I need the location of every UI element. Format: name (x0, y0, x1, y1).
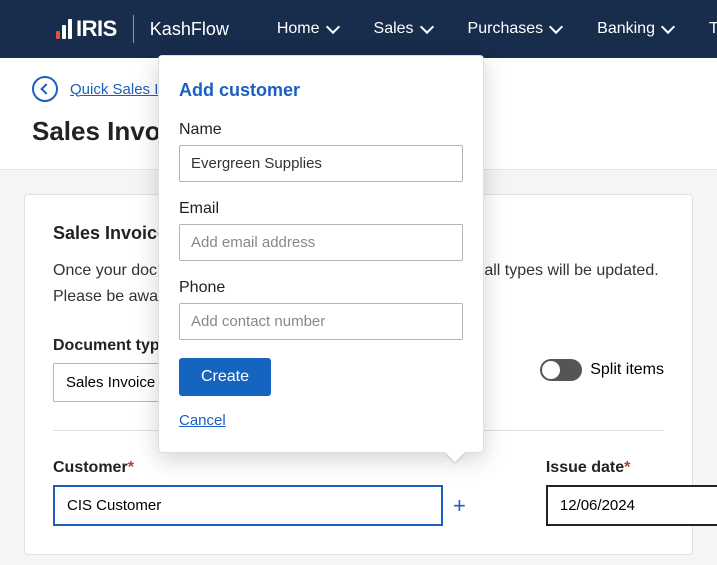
nav-items: Home Sales Purchases Banking Taxes (277, 20, 717, 38)
brand-iris-text: IRIS (76, 16, 117, 42)
nav-label-purchases: Purchases (468, 20, 544, 38)
create-button[interactable]: Create (179, 358, 271, 396)
chevron-down-icon (419, 20, 433, 34)
popover-email-label: Email (179, 200, 463, 218)
popover-name-label: Name (179, 121, 463, 139)
chevron-down-icon (661, 20, 675, 34)
issue-date-label: Issue date* (546, 459, 717, 477)
brand-iris-logo: IRIS (56, 16, 117, 42)
issue-date-input[interactable] (546, 485, 717, 526)
brand: IRIS KashFlow (56, 15, 229, 43)
customer-issue-row: Customer* CIS Customer + Issue date* (53, 459, 664, 526)
brand-bars-icon (56, 19, 72, 39)
customer-select-wrap: CIS Customer + (53, 485, 466, 526)
popover-phone-field: Phone (179, 279, 463, 340)
nav-item-banking[interactable]: Banking (597, 20, 673, 38)
nav-item-taxes[interactable]: Taxes (709, 20, 717, 38)
nav-item-purchases[interactable]: Purchases (468, 20, 562, 38)
email-input[interactable] (179, 224, 463, 261)
nav-label-taxes: Taxes (709, 20, 717, 38)
cancel-link[interactable]: Cancel (179, 412, 226, 429)
customer-field: Customer* CIS Customer + (53, 459, 466, 526)
popover-title: Add customer (179, 80, 463, 101)
nav-item-home[interactable]: Home (277, 20, 338, 38)
toggle-knob (542, 361, 560, 379)
split-items-toggle[interactable] (540, 359, 582, 381)
issue-date-field: Issue date* (546, 459, 717, 526)
nav-item-sales[interactable]: Sales (374, 20, 432, 38)
required-indicator: * (624, 459, 630, 476)
add-customer-button[interactable]: + (453, 493, 466, 519)
document-type-value: Sales Invoice (66, 374, 155, 391)
chevron-down-icon (325, 20, 339, 34)
chevron-down-icon (549, 20, 563, 34)
popover-phone-label: Phone (179, 279, 463, 297)
popover-email-field: Email (179, 200, 463, 261)
phone-input[interactable] (179, 303, 463, 340)
split-items-label: Split items (590, 361, 664, 379)
arrow-left-icon (40, 83, 51, 94)
top-navigation: IRIS KashFlow Home Sales Purchases Banki… (0, 0, 717, 58)
split-items-field: Split items (540, 359, 664, 381)
brand-divider (133, 15, 134, 43)
customer-select[interactable]: CIS Customer (53, 485, 443, 526)
nav-label-banking: Banking (597, 20, 655, 38)
brand-product-text: KashFlow (150, 19, 229, 40)
nav-label-sales: Sales (374, 20, 414, 38)
nav-label-home: Home (277, 20, 320, 38)
popover-name-field: Name (179, 121, 463, 182)
add-customer-popover: Add customer Name Email Phone Create Can… (158, 55, 484, 453)
back-button[interactable] (32, 76, 58, 102)
customer-value: CIS Customer (67, 497, 161, 514)
required-indicator: * (128, 459, 134, 476)
customer-label: Customer* (53, 459, 466, 477)
name-input[interactable] (179, 145, 463, 182)
